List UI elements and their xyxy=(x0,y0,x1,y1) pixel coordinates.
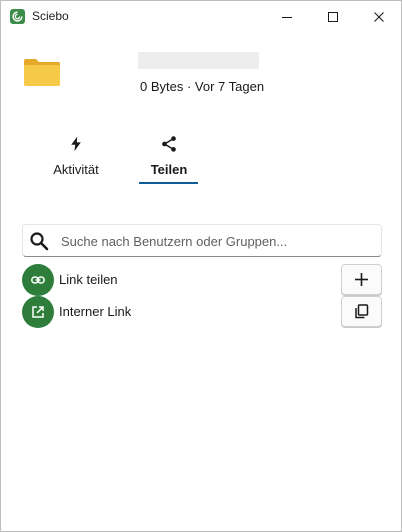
sciebo-logo-icon xyxy=(10,9,25,24)
title-bar[interactable]: Sciebo xyxy=(1,1,401,32)
search-input[interactable] xyxy=(61,232,371,250)
copy-icon xyxy=(355,304,369,319)
tab-activity[interactable]: Aktivität xyxy=(40,134,112,186)
close-icon xyxy=(374,11,384,22)
search-field[interactable] xyxy=(22,224,382,257)
close-button[interactable] xyxy=(356,1,402,32)
share-row-internal-link[interactable]: Interner Link xyxy=(22,296,382,328)
file-name-placeholder xyxy=(138,52,259,69)
tab-share-label: Teilen xyxy=(150,162,188,177)
share-row-label: Interner Link xyxy=(59,304,132,319)
window-title: Sciebo xyxy=(32,9,69,23)
tab-share[interactable]: Teilen xyxy=(133,134,205,186)
share-row-link[interactable]: Link teilen xyxy=(22,264,382,296)
minimize-button[interactable] xyxy=(264,1,310,32)
add-link-button[interactable] xyxy=(341,264,382,295)
link-icon xyxy=(22,264,54,296)
minimize-icon xyxy=(282,16,292,18)
active-tab-indicator xyxy=(139,182,198,184)
maximize-button[interactable] xyxy=(310,1,356,32)
share-dialog-window: Sciebo 0 Bytes · Vor 7 Tagen Aktivität T… xyxy=(0,0,402,532)
copy-internal-link-button[interactable] xyxy=(341,296,382,327)
share-row-label: Link teilen xyxy=(59,272,118,287)
tab-activity-label: Aktivität xyxy=(53,162,99,177)
search-icon xyxy=(30,232,49,251)
maximize-icon xyxy=(328,11,338,22)
lightning-icon xyxy=(66,134,86,154)
folder-icon xyxy=(24,59,60,86)
external-link-icon xyxy=(22,296,54,328)
share-icon xyxy=(159,134,179,154)
file-meta: 0 Bytes · Vor 7 Tagen xyxy=(140,79,265,94)
plus-icon xyxy=(355,273,368,286)
